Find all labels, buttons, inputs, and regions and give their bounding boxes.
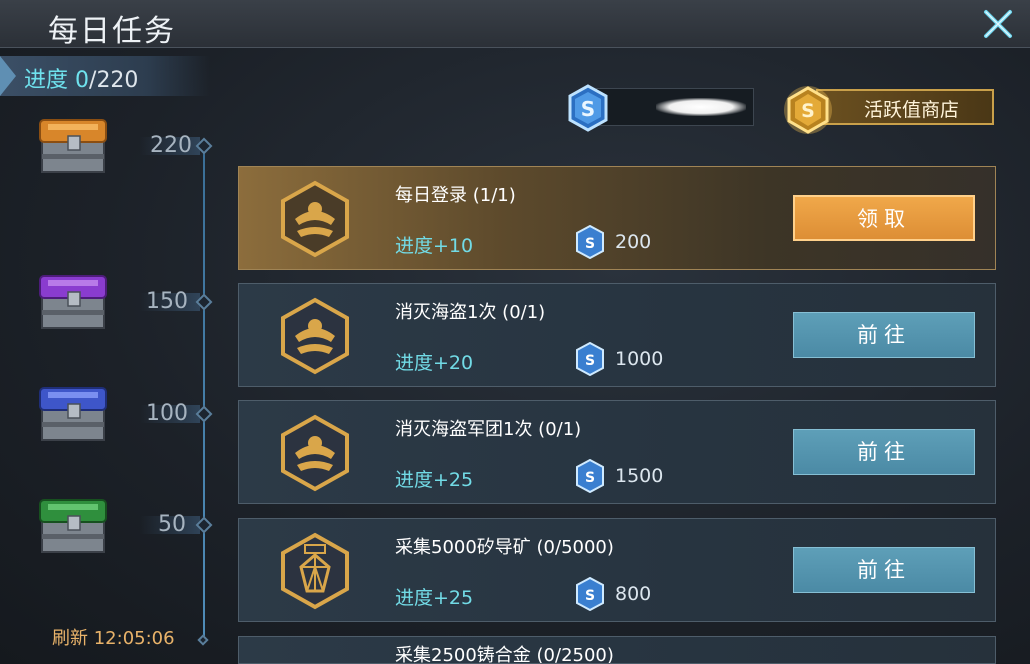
- activity-coin-icon: S: [576, 459, 604, 493]
- task-card: 消灭海盗1次 (0/1) 进度+20 S 1000 前往: [238, 283, 996, 387]
- treasure-chest-icon: [39, 275, 107, 329]
- treasure-chest-icon: [39, 499, 107, 553]
- activity-coin-icon: S: [576, 342, 604, 376]
- refresh-timer: 刷新 12:05:06: [52, 628, 175, 649]
- progress-timeline: [203, 145, 205, 640]
- activity-coin-icon: S: [576, 577, 604, 611]
- task-points: 进度+25: [395, 587, 474, 609]
- treasure-chest-icon: [39, 387, 107, 441]
- task-card: 采集2500铸合金 (0/2500): [238, 636, 996, 664]
- task-card: 每日登录 (1/1) 进度+10 S 200 领取: [238, 166, 996, 270]
- crystal-ore-icon: [281, 532, 349, 610]
- task-card: 消灭海盗军团1次 (0/1) 进度+25 S 1500 前往: [238, 400, 996, 504]
- top-bar: 每日任务: [0, 0, 1030, 49]
- task-name: 采集5000矽导矿 (0/5000): [395, 537, 614, 558]
- chest-150[interactable]: [34, 268, 114, 336]
- goto-button[interactable]: 前往: [793, 429, 975, 475]
- timeline-end-marker: [197, 634, 209, 646]
- progress-current: 0: [75, 68, 90, 93]
- activity-shop-button[interactable]: S 活跃值商店: [780, 84, 996, 134]
- currency-value-obscured: [656, 98, 746, 116]
- treasure-chest-icon: [39, 119, 107, 173]
- claim-button[interactable]: 领取: [793, 195, 975, 241]
- chest-50[interactable]: [34, 492, 114, 560]
- svg-text:S: S: [801, 100, 815, 122]
- milestone-value: 220: [150, 133, 192, 158]
- task-points: 进度+10: [395, 235, 474, 257]
- shop-button-label: 活跃值商店: [864, 99, 960, 121]
- gold-coin-icon: S: [784, 86, 832, 134]
- progress-text: 进度 0/220: [24, 62, 138, 94]
- goto-button[interactable]: 前往: [793, 547, 975, 593]
- task-points: 进度+20: [395, 352, 474, 374]
- pirate-skull-icon: [281, 180, 349, 258]
- progress-tag: 进度 0/220: [0, 56, 210, 96]
- svg-text:S: S: [585, 353, 595, 369]
- svg-text:S: S: [581, 97, 595, 121]
- progress-max: 220: [96, 68, 139, 93]
- milestone-value: 150: [146, 289, 188, 314]
- task-reward: 1000: [615, 348, 664, 370]
- task-name: 消灭海盗军团1次 (0/1): [395, 419, 582, 440]
- progress-label: 进度: [24, 68, 69, 93]
- close-icon: [984, 10, 1012, 38]
- svg-text:S: S: [585, 470, 595, 486]
- milestone-value: 100: [146, 401, 188, 426]
- close-button[interactable]: [980, 6, 1016, 42]
- task-name: 采集2500铸合金 (0/2500): [395, 645, 614, 664]
- task-name: 每日登录 (1/1): [395, 185, 516, 206]
- milestone-value: 50: [158, 512, 186, 537]
- task-reward: 200: [615, 231, 652, 253]
- chest-220[interactable]: [34, 112, 114, 180]
- chest-100[interactable]: [34, 380, 114, 448]
- svg-text:S: S: [585, 588, 595, 604]
- activity-coin-icon: S: [576, 225, 604, 259]
- task-name: 消灭海盗1次 (0/1): [395, 302, 546, 323]
- task-reward: 1500: [615, 465, 664, 487]
- task-reward: 800: [615, 583, 652, 605]
- task-points: 进度+25: [395, 469, 474, 491]
- progress-arrow-icon: [0, 56, 16, 96]
- goto-button[interactable]: 前往: [793, 312, 975, 358]
- svg-text:S: S: [585, 236, 595, 252]
- task-card: 采集5000矽导矿 (0/5000) 进度+25 S 800 前往: [238, 518, 996, 622]
- page-title: 每日任务: [48, 14, 176, 49]
- activity-coin-icon: S: [568, 84, 608, 132]
- currency-display: S: [566, 84, 756, 132]
- pirate-skull-icon: [281, 297, 349, 375]
- pirate-skull-icon: [281, 414, 349, 492]
